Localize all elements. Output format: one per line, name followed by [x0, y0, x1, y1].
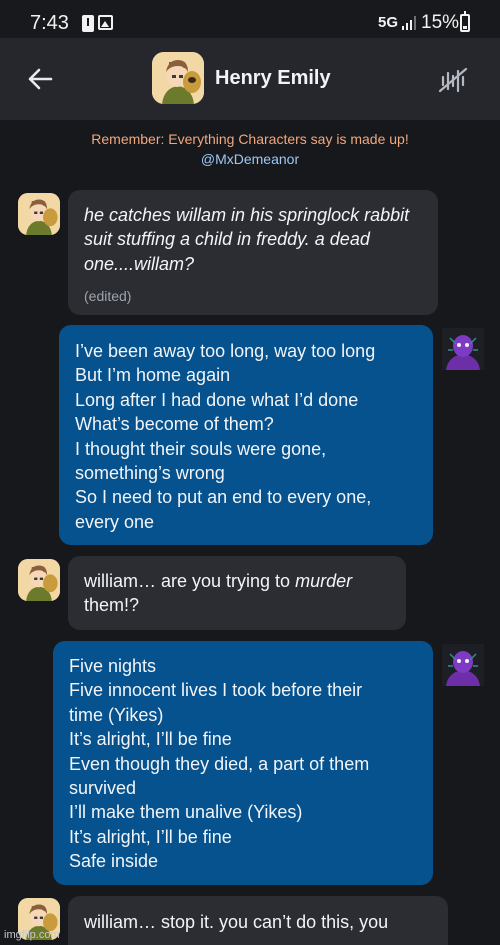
- message-text: I’ve been away too long, way too long Bu…: [75, 341, 376, 532]
- message-text: william… are you trying to murder them!?: [84, 569, 352, 618]
- character-portrait-icon: [152, 52, 204, 104]
- voice-toggle-button[interactable]: [432, 63, 474, 99]
- watermark: imgflip.com: [4, 929, 60, 941]
- user-message-bubble[interactable]: Five nights Five innocent lives I took b…: [53, 641, 433, 885]
- message-text-part: them!?: [84, 595, 140, 616]
- back-button[interactable]: [22, 64, 58, 96]
- character-message-bubble[interactable]: he catches willam in his springlock rabb…: [68, 190, 438, 315]
- message-text-emphasis: murder: [295, 571, 353, 591]
- character-name[interactable]: Henry Emily: [215, 67, 331, 90]
- message-text-part: william… are you trying to: [84, 571, 296, 591]
- character-portrait-icon: [18, 559, 60, 601]
- creator-handle[interactable]: @MxDemeanor: [0, 151, 500, 167]
- status-bar: 7:43 5G 15%: [0, 0, 500, 38]
- user-avatar[interactable]: [442, 644, 484, 686]
- chat-header: Henry Emily: [0, 38, 500, 120]
- alert-notification-icon: [82, 15, 94, 32]
- message-text: he catches willam in his springlock rabb…: [84, 205, 410, 274]
- disclaimer-banner: Remember: Everything Characters say is m…: [91, 131, 409, 147]
- edited-tag: (edited): [84, 288, 132, 304]
- status-time: 7:43: [30, 12, 69, 34]
- signal-strength-icon: [402, 16, 416, 30]
- voice-muted-icon: [438, 67, 468, 92]
- arrow-left-icon: [28, 68, 53, 89]
- character-message-bubble[interactable]: william… are you trying to murder them!?: [68, 556, 406, 630]
- character-avatar[interactable]: [152, 52, 204, 104]
- character-message-bubble[interactable]: william… stop it. you can’t do this, you: [68, 896, 448, 945]
- character-message-avatar[interactable]: [18, 193, 60, 235]
- character-portrait-icon: [18, 193, 60, 235]
- user-avatar[interactable]: [442, 328, 484, 370]
- message-text: Five nights Five innocent lives I took b…: [69, 656, 370, 872]
- battery-icon: [460, 11, 470, 32]
- message-text: william… stop it. you can’t do this, you: [84, 912, 389, 932]
- character-message-avatar[interactable]: [18, 559, 60, 601]
- user-persona-icon: [442, 644, 484, 686]
- user-persona-icon: [442, 328, 484, 370]
- gallery-notification-icon: [98, 15, 113, 30]
- user-message-bubble[interactable]: I’ve been away too long, way too long Bu…: [59, 325, 433, 545]
- battery-percentage: 15%: [421, 12, 460, 33]
- network-type: 5G: [378, 14, 399, 31]
